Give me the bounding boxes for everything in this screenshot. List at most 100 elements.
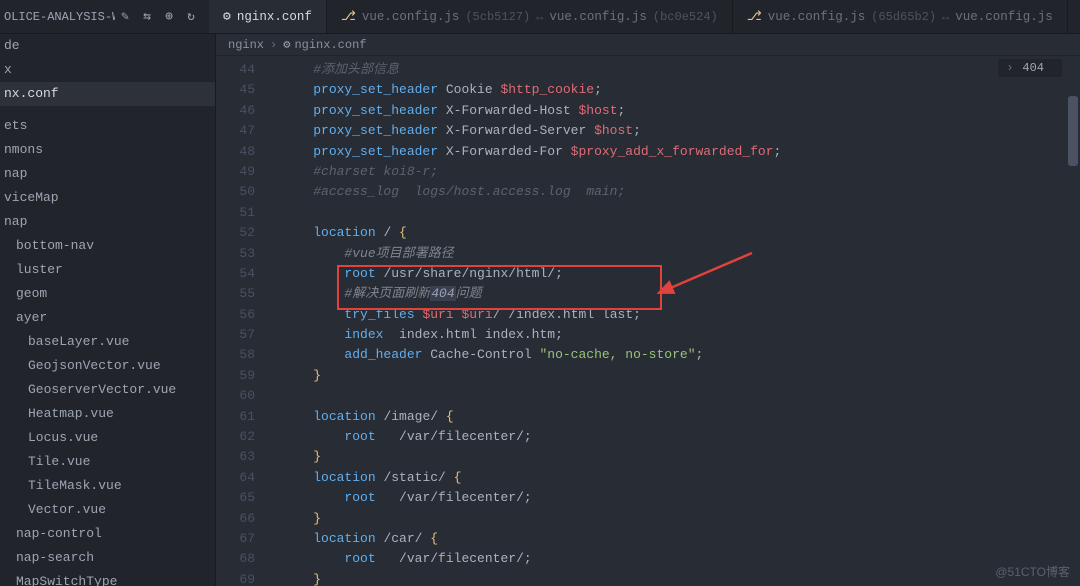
explorer-item[interactable]: nmons [0, 138, 215, 162]
tab-label: vue.config.js [768, 10, 866, 24]
code-content[interactable]: #添加头部信息 proxy_set_header Cookie $http_co… [270, 56, 1080, 586]
code-line[interactable]: #解决页面刷新404问题 [282, 284, 1080, 304]
titlebar-icon-group: ✎ ⇆ ⊕ ↻ [115, 9, 209, 24]
explorer-item[interactable]: luster [0, 258, 215, 282]
explorer-item[interactable]: baseLayer.vue [0, 330, 215, 354]
line-number: 63 [216, 447, 255, 467]
code-line[interactable]: root /var/filecenter/; [282, 549, 1080, 569]
code-line[interactable]: root /var/filecenter/; [282, 427, 1080, 447]
editor-tab[interactable]: ⚙nginx.conf [209, 0, 327, 34]
tab-label: vue.config.js [362, 10, 460, 24]
tab-label: vue.config.js [955, 10, 1053, 24]
code-line[interactable]: location /car/ { [282, 529, 1080, 549]
line-number: 69 [216, 570, 255, 586]
line-number: 46 [216, 101, 255, 121]
code-line[interactable] [282, 203, 1080, 223]
explorer-item[interactable]: de [0, 34, 215, 58]
code-line[interactable]: #添加头部信息 [282, 60, 1080, 80]
explorer-item[interactable]: nap-control [0, 522, 215, 546]
line-number: 61 [216, 407, 255, 427]
code-line[interactable]: proxy_set_header X-Forwarded-Host $host; [282, 101, 1080, 121]
code-line[interactable]: #access_log logs/host.access.log main; [282, 182, 1080, 202]
vertical-scrollbar[interactable] [1066, 56, 1080, 586]
title-bar: OLICE-ANALYSIS-WEB ✎ ⇆ ⊕ ↻ ⚙nginx.conf⎇v… [0, 0, 1080, 34]
explorer-item[interactable]: Vector.vue [0, 498, 215, 522]
line-number: 47 [216, 121, 255, 141]
line-number: 51 [216, 203, 255, 223]
editor-tab[interactable]: ⎇vue.config.js(65d65b2)↔vue.config.js [733, 0, 1068, 34]
git-compare-icon: ⎇ [747, 9, 762, 24]
line-number: 52 [216, 223, 255, 243]
line-number: 49 [216, 162, 255, 182]
code-line[interactable]: } [282, 509, 1080, 529]
code-line[interactable]: add_header Cache-Control "no-cache, no-s… [282, 345, 1080, 365]
tab-label: nginx.conf [237, 10, 312, 24]
float-crumb-404[interactable]: › 404 [998, 59, 1062, 77]
line-number: 55 [216, 284, 255, 304]
line-number: 57 [216, 325, 255, 345]
explorer-item[interactable]: Heatmap.vue [0, 402, 215, 426]
explorer-item[interactable]: Tile.vue [0, 450, 215, 474]
code-line[interactable]: } [282, 366, 1080, 386]
code-line[interactable]: location /static/ { [282, 468, 1080, 488]
explorer-item[interactable]: ayer [0, 306, 215, 330]
code-line[interactable]: location / { [282, 223, 1080, 243]
code-line[interactable]: root /var/filecenter/; [282, 488, 1080, 508]
line-number: 64 [216, 468, 255, 488]
breadcrumb-part[interactable]: nginx.conf [294, 38, 366, 52]
line-number: 65 [216, 488, 255, 508]
explorer-item[interactable]: nap [0, 162, 215, 186]
code-line[interactable]: #vue项目部署路径 [282, 244, 1080, 264]
line-number: 67 [216, 529, 255, 549]
tab-suffix: (5cb5127) [465, 10, 530, 24]
breadcrumb[interactable]: nginx › ⚙ nginx.conf [216, 34, 1080, 56]
code-line[interactable]: try_files $uri $uri/ /index.html last; [282, 305, 1080, 325]
explorer-item[interactable]: GeojsonVector.vue [0, 354, 215, 378]
code-line[interactable]: proxy_set_header X-Forwarded-Server $hos… [282, 121, 1080, 141]
explorer-item[interactable]: nx.conf [0, 82, 215, 106]
explorer-item[interactable]: ets [0, 114, 215, 138]
code-line[interactable]: root /usr/share/nginx/html/; [282, 264, 1080, 284]
refresh-icon[interactable]: ↻ [181, 9, 201, 24]
line-number: 50 [216, 182, 255, 202]
explorer-item[interactable]: geom [0, 282, 215, 306]
code-line[interactable]: location /image/ { [282, 407, 1080, 427]
scrollbar-thumb[interactable] [1068, 96, 1078, 166]
editor-tab[interactable]: ⎇vue.config.js(b2e1bd5)↔ [1068, 0, 1080, 34]
breadcrumb-sep-icon: › [268, 38, 279, 52]
editor-tab[interactable]: ⎇vue.config.js(5cb5127)↔vue.config.js(bc… [327, 0, 733, 34]
code-line[interactable]: } [282, 447, 1080, 467]
line-gutter: 4445464748495051525354555657585960616263… [216, 56, 270, 586]
edit-icon[interactable]: ✎ [115, 9, 135, 24]
chevron-right-icon: › [1006, 61, 1013, 75]
line-number: 60 [216, 386, 255, 406]
explorer-item[interactable]: nap-search [0, 546, 215, 570]
compare-arrow-icon: ↔ [536, 10, 543, 24]
explorer-item[interactable]: Locus.vue [0, 426, 215, 450]
code-line[interactable]: #charset koi8-r; [282, 162, 1080, 182]
compare-icon[interactable]: ⇆ [137, 9, 157, 24]
code-line[interactable]: } [282, 570, 1080, 586]
code-line[interactable]: index index.html index.htm; [282, 325, 1080, 345]
code-line[interactable]: proxy_set_header X-Forwarded-For $proxy_… [282, 142, 1080, 162]
code-line[interactable] [282, 386, 1080, 406]
line-number: 45 [216, 80, 255, 100]
file-explorer[interactable]: dexnx.confetsnmonsnapviceMapnapbottom-na… [0, 34, 216, 586]
compare-arrow-icon: ↔ [942, 10, 949, 24]
explorer-item[interactable]: MapSwitchType [0, 570, 215, 586]
code-region[interactable]: 4445464748495051525354555657585960616263… [216, 56, 1080, 586]
line-number: 56 [216, 305, 255, 325]
editor-area: nginx › ⚙ nginx.conf 4445464748495051525… [216, 34, 1080, 586]
line-number: 53 [216, 244, 255, 264]
explorer-item[interactable]: x [0, 58, 215, 82]
explorer-item[interactable]: bottom-nav [0, 234, 215, 258]
project-label: OLICE-ANALYSIS-WEB [0, 10, 115, 24]
explorer-item[interactable]: viceMap [0, 186, 215, 210]
tab-suffix: (bc0e524) [653, 10, 718, 24]
code-line[interactable]: proxy_set_header Cookie $http_cookie; [282, 80, 1080, 100]
explorer-item[interactable]: TileMask.vue [0, 474, 215, 498]
explorer-item[interactable]: nap [0, 210, 215, 234]
explorer-item[interactable]: GeoserverVector.vue [0, 378, 215, 402]
breadcrumb-part[interactable]: nginx [228, 38, 264, 52]
new-icon[interactable]: ⊕ [159, 9, 179, 24]
